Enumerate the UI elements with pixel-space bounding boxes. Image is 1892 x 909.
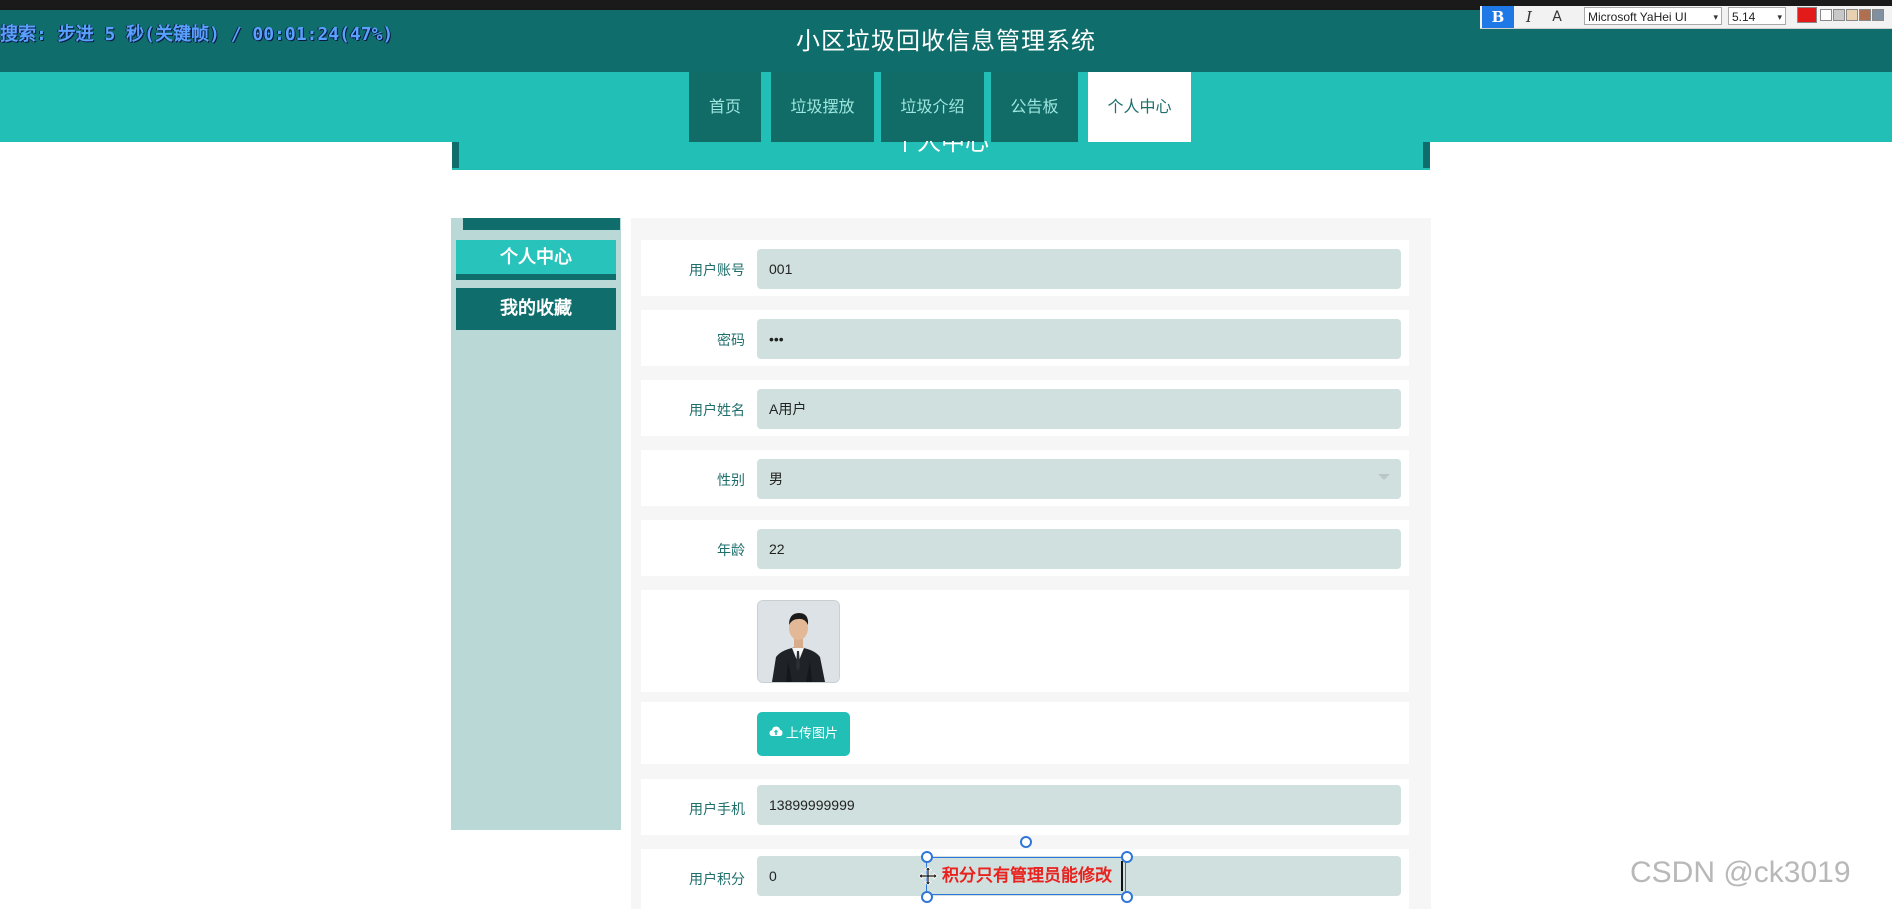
name-label: 用户姓名	[689, 403, 745, 419]
tab-bulletin[interactable]: 公告板	[991, 72, 1078, 142]
player-seek-osd: 搜索: 步进 5 秒(关键帧) / 00:01:24(47%)	[0, 24, 394, 45]
sidebar-item-personal-center[interactable]: 个人中心	[456, 240, 616, 280]
move-cursor-icon	[918, 866, 938, 886]
sidebar-top-bar	[463, 218, 620, 230]
age-input[interactable]: 22	[757, 529, 1401, 569]
account-input[interactable]: 001	[757, 249, 1401, 289]
bold-button[interactable]: B	[1482, 6, 1514, 28]
color-swatch-red[interactable]	[1797, 7, 1817, 23]
tab-personal-center[interactable]: 个人中心	[1088, 72, 1191, 142]
phone-input[interactable]: 13899999999	[757, 785, 1401, 825]
rotate-handle[interactable]	[1020, 836, 1032, 848]
resize-handle-bottom-left[interactable]	[921, 891, 933, 903]
resize-handle-top-left[interactable]	[921, 851, 933, 863]
tab-home[interactable]: 首页	[689, 72, 761, 142]
italic-button[interactable]: I	[1518, 6, 1540, 28]
chevron-down-icon: ▾	[1777, 12, 1782, 22]
font-size-select[interactable]: 5.14 ▾	[1728, 7, 1786, 25]
sidebar-item-favorites[interactable]: 我的收藏	[456, 288, 616, 330]
font-family-value: Microsoft YaHei UI	[1588, 10, 1687, 24]
name-input[interactable]: A用户	[757, 389, 1401, 429]
color-swatch-brown[interactable]	[1859, 9, 1871, 21]
password-input[interactable]: •••	[757, 319, 1401, 359]
upload-button-label: 上传图片	[785, 726, 838, 742]
resize-handle-top-right[interactable]	[1121, 851, 1133, 863]
color-swatch-gray[interactable]	[1833, 9, 1845, 21]
avatar-image	[758, 601, 839, 682]
avatar	[757, 600, 840, 683]
gender-label: 性别	[717, 473, 745, 489]
account-label: 用户账号	[689, 263, 745, 279]
tab-garbage-intro[interactable]: 垃圾介绍	[881, 72, 984, 142]
cloud-upload-icon	[769, 712, 783, 756]
tab-garbage-placement[interactable]: 垃圾摆放	[771, 72, 874, 142]
font-family-select[interactable]: Microsoft YaHei UI ▾	[1584, 7, 1722, 25]
text-caret	[1121, 861, 1123, 891]
color-swatch-white[interactable]	[1820, 9, 1832, 21]
chevron-down-icon	[1378, 474, 1390, 480]
color-swatch-beige[interactable]	[1846, 9, 1858, 21]
annotation-text[interactable]: 积分只有管理员能修改	[930, 857, 1124, 895]
resize-handle-bottom-right[interactable]	[1121, 891, 1133, 903]
chevron-down-icon: ▾	[1713, 12, 1718, 22]
gender-select[interactable]: 男	[757, 459, 1401, 499]
password-label: 密码	[717, 333, 745, 349]
color-swatch-slate[interactable]	[1872, 9, 1884, 21]
age-label: 年龄	[717, 543, 745, 559]
font-size-value: 5.14	[1732, 10, 1756, 24]
points-label: 用户积分	[689, 872, 745, 888]
font-style-icon[interactable]: A	[1546, 6, 1568, 28]
phone-label: 用户手机	[689, 802, 745, 818]
watermark: CSDN @ck3019	[1630, 856, 1851, 889]
upload-image-button[interactable]: 上传图片	[757, 712, 850, 756]
